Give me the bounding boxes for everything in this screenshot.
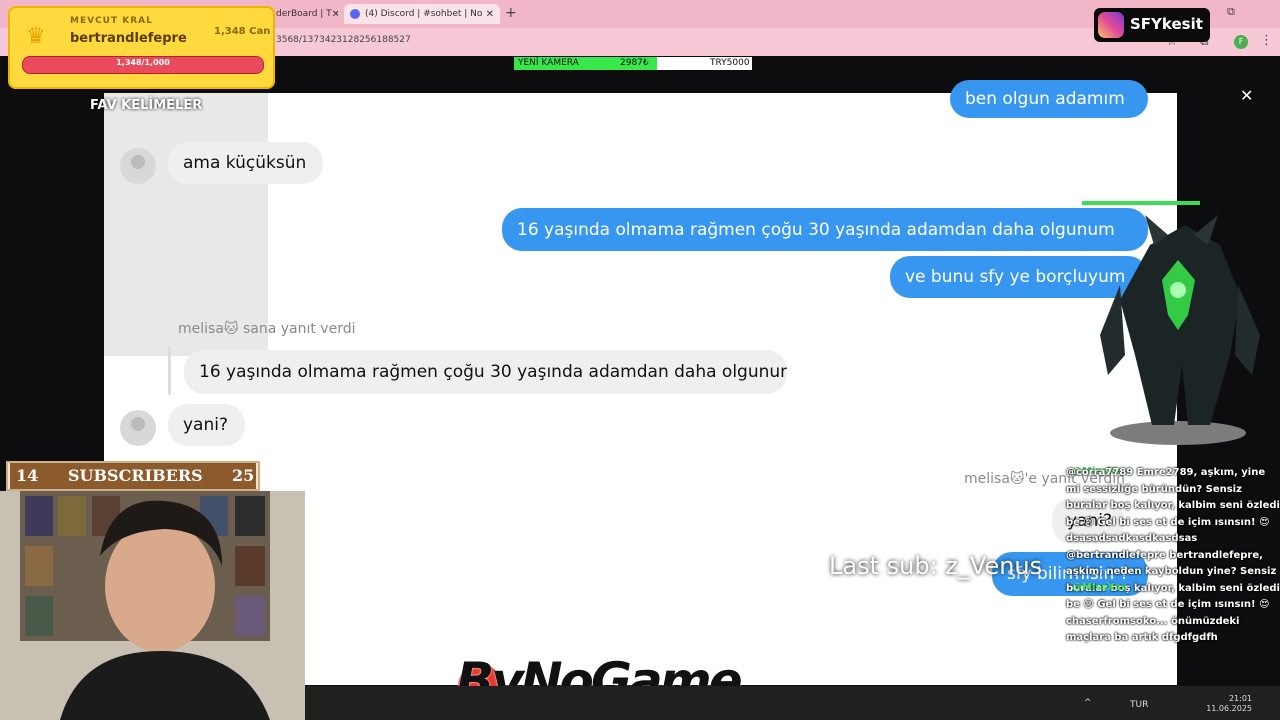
camera-goal-label: YENİ KAMERA — [518, 58, 579, 68]
menu-kebab-icon[interactable]: ⋮ — [1260, 33, 1273, 48]
instagram-icon — [1098, 12, 1124, 38]
fav-words-title: FAV KELİMELER — [90, 98, 203, 113]
new-tab-button[interactable]: + — [505, 5, 517, 21]
reply-quote-line — [168, 347, 171, 395]
camera-goal-target: TRY5000 — [710, 58, 750, 68]
subscriber-count-right: 25 — [232, 466, 255, 485]
subscriber-label: SUBSCRIBERS — [68, 466, 203, 485]
tab-discord[interactable]: (4) Discord | #sohbet | No ✕ — [344, 4, 500, 24]
crown-icon: ♛ — [26, 24, 46, 49]
last-sub-label: Last sub: z_Venus — [829, 552, 1043, 580]
message-bubble-sent: 16 yaşında olmama rağmen çoğu 30 yaşında… — [502, 208, 1148, 251]
discord-icon — [350, 9, 360, 19]
webcam-feed — [0, 491, 305, 720]
camera-goal-value: 2987₺ — [620, 58, 649, 68]
profile-avatar-icon[interactable]: F — [1234, 35, 1248, 49]
clock-time[interactable]: 21:01 — [1204, 694, 1252, 703]
camera-goal-fill: YENİ KAMERA 2987₺ — [514, 57, 657, 70]
instagram-handle: SFYkesit — [1130, 15, 1203, 33]
tab-leaderboard[interactable]: derBoard | T ✕ — [270, 4, 338, 24]
tray-overflow-icon[interactable]: ^ — [1084, 698, 1092, 708]
close-icon[interactable]: ✕ — [1240, 86, 1253, 105]
king-hp-value: 1,348 Can — [214, 26, 271, 37]
close-icon[interactable]: ✕ — [332, 9, 338, 20]
message-bubble-sent: ben olgun adamım — [950, 80, 1148, 118]
king-label: MEVCUT KRAL — [70, 16, 153, 26]
avatar — [120, 410, 156, 446]
message-bubble-received: yani? — [168, 404, 245, 446]
tab-label: derBoard | T — [276, 9, 332, 19]
clock-date[interactable]: 11.06.2025 — [1204, 704, 1252, 713]
chat-mention: @MissXss — [1072, 582, 1127, 593]
reply-info: melisa🐱 sana yanıt verdi — [178, 321, 356, 337]
fav-words-panel — [104, 93, 268, 356]
message-bubble-quoted: 16 yaşında olmama rağmen çoğu 30 yaşında… — [184, 350, 787, 394]
subscriber-count-left: 14 — [16, 466, 39, 485]
message-bubble-received: ama küçüksün — [168, 142, 323, 184]
avatar — [120, 148, 156, 184]
hp-bar-text: 1,348/1,000 — [116, 58, 170, 67]
king-name: bertrandlefepre — [70, 31, 187, 46]
language-indicator[interactable]: TUR — [1130, 700, 1148, 710]
url-field[interactable]: 3568/1373423128256188527 — [276, 35, 411, 45]
close-icon[interactable]: ✕ — [486, 9, 494, 20]
chat-text: @corra7789 Emre2789, aşkım, yine mi sess… — [1066, 467, 1280, 643]
tab-label: (4) Discord | #sohbet | No — [365, 9, 483, 19]
mech-warrior-image — [1100, 215, 1260, 445]
